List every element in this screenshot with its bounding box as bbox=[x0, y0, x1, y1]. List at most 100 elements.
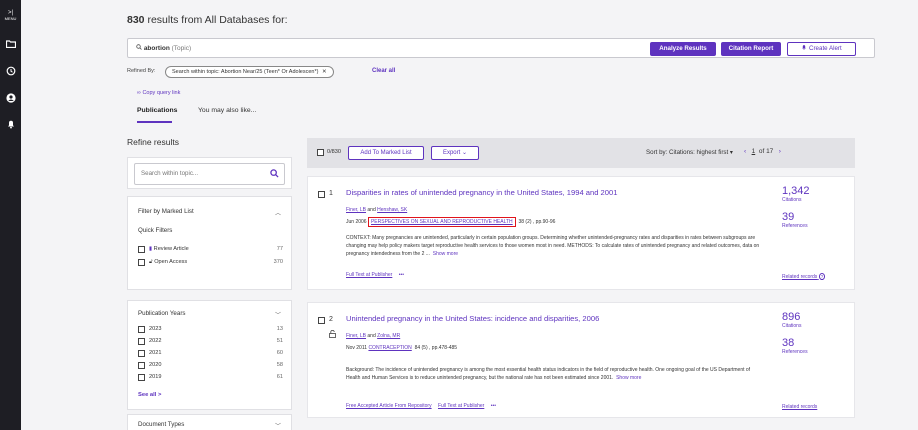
tab-publications[interactable]: Publications bbox=[137, 107, 177, 114]
pagination: ‹ 1 of 17 › bbox=[744, 148, 781, 155]
author-link[interactable]: Finer, LB bbox=[346, 207, 366, 213]
author-link[interactable]: Finer, LB bbox=[346, 333, 366, 339]
search-within-input[interactable]: Search within topic... bbox=[134, 163, 285, 185]
related-records-link[interactable]: Related records bbox=[782, 404, 817, 410]
record-stats: 896 Citations 38 References bbox=[782, 311, 808, 355]
query-field: (Topic) bbox=[171, 45, 192, 52]
quick-filters-title: Quick Filters bbox=[138, 227, 173, 234]
prev-page-icon[interactable]: ‹ bbox=[744, 148, 746, 155]
show-more-link[interactable]: Show more bbox=[433, 251, 458, 257]
record-number: 1 bbox=[329, 190, 333, 197]
clear-all-link[interactable]: Clear all bbox=[372, 68, 395, 74]
journal-link[interactable]: CONTRACEPTION bbox=[368, 345, 411, 351]
folder-icon[interactable] bbox=[0, 40, 21, 50]
abstract-text: CONTEXT: Many pregnancies are unintended… bbox=[346, 235, 760, 258]
document-icon: ▮ bbox=[149, 246, 153, 252]
abstract-text: Background: The incidence of unintended … bbox=[346, 367, 751, 382]
related-records-link[interactable]: Related records ? bbox=[782, 273, 826, 280]
full-text-link[interactable]: Full Text at Publisher bbox=[438, 403, 484, 409]
record-title[interactable]: Disparities in rates of unintended pregn… bbox=[346, 188, 617, 197]
open-access-text: Open Access bbox=[154, 259, 188, 265]
chevron-down-icon[interactable]: ﹀ bbox=[275, 421, 281, 430]
analyze-results-button[interactable]: Analyze Results bbox=[650, 42, 716, 56]
citations-count[interactable]: 1,342 bbox=[782, 185, 810, 197]
chevron-up-icon[interactable]: ︿ bbox=[275, 208, 281, 217]
bell-icon[interactable] bbox=[0, 119, 21, 131]
record-abstract: Background: The incidence of unintended … bbox=[346, 366, 764, 382]
checkbox[interactable] bbox=[138, 259, 145, 266]
year-count: 61 bbox=[276, 374, 283, 380]
author-link[interactable]: Henshaw, SK bbox=[377, 207, 407, 213]
close-icon[interactable]: ✕ bbox=[322, 69, 327, 75]
citations-count[interactable]: 896 bbox=[782, 311, 808, 323]
sort-dropdown[interactable]: Sort by: Citations: highest first ▾ bbox=[646, 149, 733, 156]
free-article-link[interactable]: Free Accepted Article From Repository bbox=[346, 403, 432, 409]
review-article-count: 77 bbox=[276, 246, 283, 252]
filter-review-article[interactable]: ▮ Review Article 77 bbox=[138, 245, 283, 255]
help-icon[interactable]: ? bbox=[818, 273, 826, 280]
chevron-down-icon[interactable]: ﹀ bbox=[275, 310, 281, 319]
create-alert-button[interactable]: Create Alert bbox=[787, 42, 856, 56]
search-icon[interactable] bbox=[270, 169, 279, 180]
select-all-checkbox[interactable] bbox=[317, 149, 324, 156]
record-date: Jun 2006 bbox=[346, 219, 367, 225]
author-link[interactable]: Zolna, MR bbox=[377, 333, 400, 339]
page-input[interactable]: 1 bbox=[752, 148, 756, 155]
next-page-icon[interactable]: › bbox=[779, 148, 781, 155]
link-icon: ∞ bbox=[137, 90, 141, 96]
filter-year-2020[interactable]: 2020 58 bbox=[138, 361, 283, 371]
copy-query-link[interactable]: ∞ Copy query link bbox=[137, 90, 180, 96]
checkbox[interactable] bbox=[138, 362, 145, 369]
refine-title: Refine results bbox=[127, 137, 179, 147]
filter-year-2021[interactable]: 2021 60 bbox=[138, 349, 283, 359]
full-text-link[interactable]: Full Text at Publisher bbox=[346, 272, 392, 278]
more-options-icon[interactable]: ••• bbox=[399, 272, 404, 278]
record-title[interactable]: Unintended pregnancy in the United State… bbox=[346, 314, 599, 323]
create-alert-label: Create Alert bbox=[809, 45, 842, 52]
document-types-title[interactable]: Document Types bbox=[138, 421, 184, 428]
results-count: 830 bbox=[127, 14, 145, 26]
expand-menu-button[interactable]: >| MENU bbox=[0, 10, 21, 21]
citations-label: Citations bbox=[782, 323, 802, 329]
checkbox[interactable] bbox=[138, 338, 145, 345]
query-box[interactable]: abortion (Topic) Analyze Results Citatio… bbox=[127, 38, 875, 58]
journal-link[interactable]: PERSPECTIVES ON SEXUAL AND REPRODUCTIVE … bbox=[367, 217, 516, 227]
filter-year-2019[interactable]: 2019 61 bbox=[138, 373, 283, 383]
filter-year-2022[interactable]: 2022 51 bbox=[138, 337, 283, 347]
record-checkbox[interactable] bbox=[318, 317, 325, 324]
record-checkbox[interactable] bbox=[318, 191, 325, 198]
filter-open-access[interactable]: 🔓︎ Open Access 370 bbox=[138, 258, 283, 268]
year-label: 2021 bbox=[149, 350, 162, 356]
tab-you-may-also-like[interactable]: You may also like... bbox=[198, 107, 256, 114]
export-button[interactable]: Export ⌄ bbox=[431, 146, 479, 160]
refined-by-label: Refined By: bbox=[127, 68, 156, 74]
refinement-chip[interactable]: Search within topic: Abortion Near/25 (T… bbox=[165, 66, 334, 78]
references-count[interactable]: 39 bbox=[782, 211, 810, 223]
record-card: 2 Unintended pregnancy in the United Sta… bbox=[307, 302, 855, 418]
refinement-chip-label: Search within topic: Abortion Near/25 (T… bbox=[172, 69, 319, 75]
user-icon[interactable] bbox=[0, 93, 21, 105]
references-count[interactable]: 38 bbox=[782, 337, 808, 349]
more-options-icon[interactable]: ••• bbox=[491, 403, 496, 409]
lock-open-icon bbox=[329, 329, 336, 340]
checkbox[interactable] bbox=[138, 374, 145, 381]
year-count: 60 bbox=[276, 350, 283, 356]
show-more-link[interactable]: Show more bbox=[616, 375, 641, 381]
checkbox[interactable] bbox=[138, 350, 145, 357]
refine-sidebar: Refine results bbox=[127, 137, 290, 147]
see-all-years-link[interactable]: See all > bbox=[138, 392, 161, 398]
author-and: and bbox=[367, 207, 376, 213]
filter-year-2023[interactable]: 2023 13 bbox=[138, 325, 283, 335]
of-pages: of 17 bbox=[758, 148, 774, 155]
checkbox[interactable] bbox=[138, 246, 145, 253]
record-links: Full Text at Publisher ••• bbox=[346, 272, 404, 278]
results-toolbar: 0/830 Add To Marked List Export ⌄ Sort b… bbox=[307, 138, 855, 168]
checkbox[interactable] bbox=[138, 326, 145, 333]
filter-marked-list[interactable]: Filter by Marked List bbox=[138, 208, 194, 215]
publication-years-title[interactable]: Publication Years bbox=[138, 310, 185, 317]
record-abstract: CONTEXT: Many pregnancies are unintended… bbox=[346, 234, 764, 259]
history-icon[interactable] bbox=[0, 66, 21, 78]
citation-report-button[interactable]: Citation Report bbox=[721, 42, 781, 56]
review-article-text: Review Article bbox=[153, 246, 189, 252]
add-to-marked-list-button[interactable]: Add To Marked List bbox=[348, 146, 424, 160]
